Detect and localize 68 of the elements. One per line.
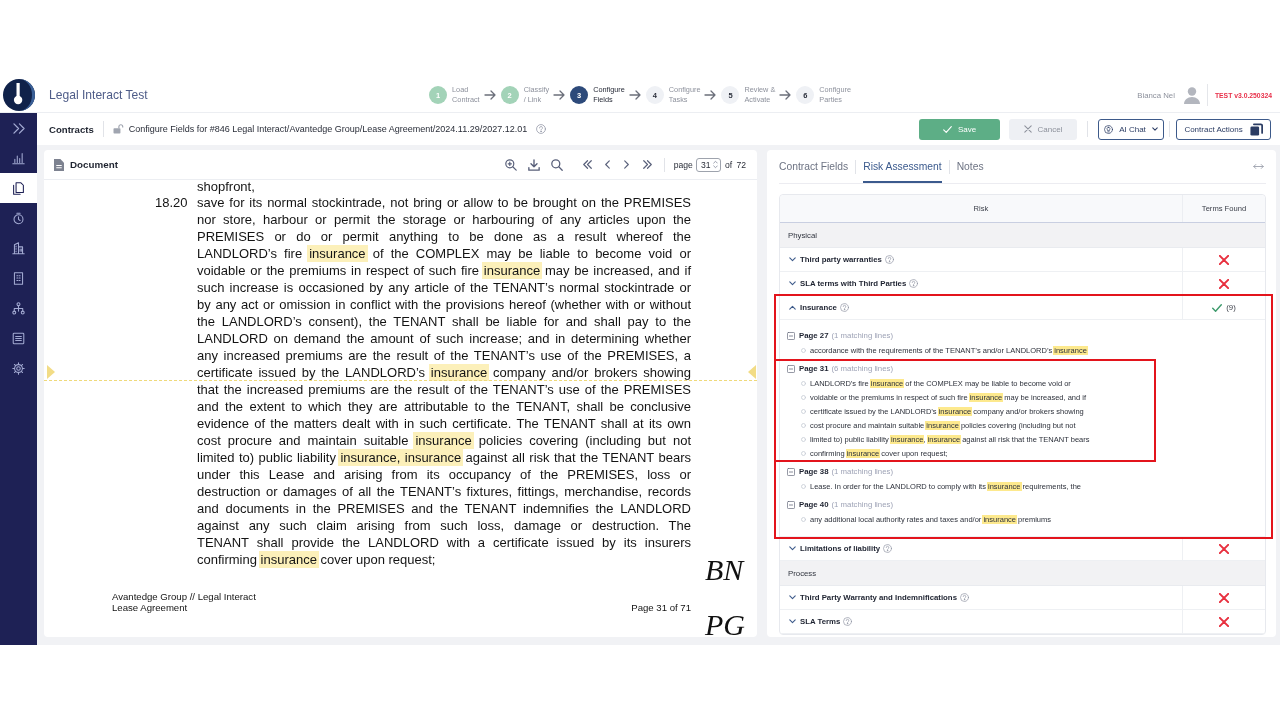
page-label: page bbox=[673, 159, 693, 170]
minus-square-icon[interactable] bbox=[787, 500, 795, 509]
chevron-up-icon[interactable] bbox=[789, 305, 796, 310]
zoom-in-icon[interactable] bbox=[504, 158, 517, 171]
arrow-icon bbox=[704, 90, 717, 100]
menu-button[interactable]: AI Chat bbox=[1098, 118, 1164, 140]
chevron-down-icon[interactable] bbox=[789, 281, 796, 286]
page-count: of 72 bbox=[724, 159, 746, 170]
double-chevron-right-icon[interactable] bbox=[642, 160, 652, 169]
settings-icon bbox=[12, 361, 25, 375]
page-footer: Avantedge Group // Legal Interact Lease Agreement bbox=[112, 591, 256, 613]
bullet-icon bbox=[801, 436, 806, 442]
chevron-down-icon[interactable] bbox=[789, 546, 796, 551]
download-icon[interactable] bbox=[527, 158, 540, 171]
double-chevron-icon[interactable] bbox=[12, 122, 25, 134]
button[interactable]: Contract Actions bbox=[1176, 118, 1271, 140]
lightbulb-icon bbox=[1104, 124, 1114, 134]
hierarchy-icon bbox=[12, 301, 25, 315]
bullet-icon bbox=[801, 422, 806, 428]
documents-icon bbox=[12, 181, 25, 195]
document-icon bbox=[54, 158, 64, 171]
close-icon bbox=[1023, 125, 1032, 133]
signature-initials: BN bbox=[704, 558, 746, 582]
spinner-icon bbox=[712, 160, 718, 169]
arrow-icon bbox=[553, 90, 566, 100]
chevron-down-icon[interactable] bbox=[789, 257, 796, 262]
arrow-icon bbox=[779, 90, 792, 100]
breadcrumb-link[interactable]: Contracts bbox=[49, 123, 94, 135]
panel-title: Document bbox=[70, 159, 118, 170]
copy-icon bbox=[1249, 122, 1263, 136]
chevron-left-icon[interactable] bbox=[604, 160, 610, 169]
double-chevron-left-icon[interactable] bbox=[582, 160, 592, 169]
lock-icon bbox=[112, 124, 124, 134]
page-title: Configure Fields for #846 Legal Interact/Avantedge Group/Lease Agreement/2024.11.29/2027.12.01 bbox=[128, 124, 528, 134]
bullet-icon bbox=[801, 483, 806, 489]
bullet-icon bbox=[801, 450, 806, 456]
bullet-icon bbox=[801, 380, 806, 386]
page-number-field[interactable]: 31 bbox=[695, 157, 721, 172]
clause-number: 18.20 bbox=[155, 194, 189, 212]
tab[interactable]: Risk Assessment bbox=[863, 150, 942, 183]
minus-square-icon[interactable] bbox=[787, 364, 795, 373]
check-icon bbox=[942, 125, 952, 133]
caret-icon bbox=[1151, 127, 1158, 131]
list-icon bbox=[12, 331, 25, 345]
signature-initials: PG bbox=[704, 613, 746, 637]
chevron-down-icon[interactable] bbox=[789, 619, 796, 624]
clause-text: save for its normal stockintrade, not bring or allow to be brought on the PREMISES nor store, harbour or permit the storage or harbouring of any articles upon the PREMISES or do or permit anything to be done as a result whereof the LANDLORD’s fire insurance of the COMPLEX may be liable to become void or voidable or the premiums in respect of such fire insurance may be increased, and if such increase is occasioned by any article of the TENANT’s normal stockintrade or by any act or omission in conflict with the provisions hereof (whether with or without the LANDLORD’s consent), the TENANT shall be liable for and shall pay to the LANDLORD on demand the amount of such increase; and in determining whether any increased premiums are the result of the TENANT’s use of the PREMISES, a certificate issued by the LANDLORD’s insurance company and/or brokers showing that the increased premiums are the result of the TENANT’s use of the PREMISES and the extent to which they are attributable to the TENANT, shall be conclusive evidence of the matters dealt with in such certificate. The TENANT shall at its own cost procure and maintain suitable insurance policies covering (including but not limited to) public liability insurance, insurance against all risk that the TENANT bears under this Lease and arising from its occupancy of the PREMISES, loss or destruction or damages of all the TENANT’s fixtures, fittings, merchandise, records and documents in the PREMISES and the TENANT indemnifies the LANDLORD against any such claim arising from such loss, damage or destruction. The TENANT shall provide the LANDLORD with a certificate issued by its insurers confirming insurance cover upon request; bbox=[197, 194, 691, 568]
office-building-icon bbox=[12, 271, 25, 285]
bullet-icon bbox=[801, 394, 806, 400]
tab[interactable]: Notes bbox=[956, 150, 984, 183]
building-icon bbox=[12, 241, 25, 255]
nav-item[interactable] bbox=[0, 173, 37, 203]
chevron-down-icon[interactable] bbox=[789, 595, 796, 600]
arrow-icon bbox=[483, 90, 496, 100]
page-number: Page 31 of 71 bbox=[631, 602, 691, 613]
bar-chart-icon bbox=[12, 151, 25, 165]
app-title: Legal Interact Test bbox=[49, 88, 148, 102]
clock-icon bbox=[12, 211, 25, 225]
chevron-right-icon[interactable] bbox=[623, 160, 629, 169]
bullet-icon bbox=[801, 408, 806, 414]
search-icon[interactable] bbox=[550, 158, 563, 171]
bullet-icon bbox=[801, 347, 806, 353]
arrow-icon bbox=[628, 90, 641, 100]
tab[interactable]: Contract Fields bbox=[779, 150, 849, 183]
document-text: shopfront, bbox=[197, 180, 256, 194]
minus-square-icon[interactable] bbox=[787, 331, 795, 340]
bullet-icon bbox=[801, 516, 806, 522]
minus-square-icon[interactable] bbox=[787, 467, 795, 476]
